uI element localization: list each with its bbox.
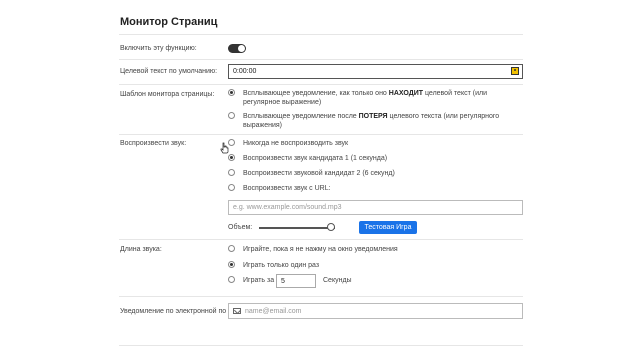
toggle-knob (238, 45, 245, 52)
sound-option-never[interactable]: Никогда не воспроизводить звук (228, 139, 348, 148)
email-input[interactable]: name@email.com (228, 303, 523, 319)
divider (119, 84, 523, 85)
radio-button[interactable] (228, 154, 235, 161)
volume-slider-thumb[interactable] (327, 223, 336, 231)
length-option-once[interactable]: Играть только один раз (228, 261, 319, 270)
page-title: Монитор Страниц (120, 16, 218, 28)
divider (119, 345, 523, 346)
radio-button[interactable] (228, 112, 235, 119)
test-play-button[interactable]: Тестовая Игра (359, 221, 417, 234)
email-label: Уведомление по электронной по (120, 308, 227, 315)
divider (119, 239, 523, 240)
enable-toggle[interactable] (228, 44, 246, 53)
enable-label: Включить эту функцию: (120, 45, 197, 52)
seconds-value: 5 (281, 278, 285, 285)
text-part: Всплывающее уведомление после (243, 113, 359, 120)
target-text-input[interactable]: 0:00:00 (228, 64, 523, 79)
radio-button[interactable] (228, 169, 235, 176)
length-label: Длина звука: (120, 246, 162, 253)
email-placeholder: name@email.com (245, 308, 302, 315)
template-option-lost[interactable]: Всплывающее уведомление после ПОТЕРЯ цел… (228, 112, 499, 130)
volume-label: Объем: (228, 224, 253, 231)
sound-option-candidate1[interactable]: Воспроизвести звук кандидата 1 (1 секунд… (228, 154, 387, 163)
text-part: регулярное выражение) (243, 99, 322, 106)
template-option-found[interactable]: Всплывающее уведомление, как только оно … (228, 89, 487, 107)
length-option-label: Играть только один раз (243, 262, 320, 269)
radio-button[interactable] (228, 245, 235, 252)
sound-url-placeholder: e.g. www.example.com/sound.mp3 (233, 204, 342, 211)
divider (119, 34, 523, 35)
sound-option-label: Никогда не воспроизводить звук (243, 140, 349, 147)
divider (119, 134, 523, 135)
sound-label: Воспроизвести звук: (120, 140, 187, 147)
sound-option-url[interactable]: Воспроизвести звук с URL: (228, 184, 331, 193)
radio-button[interactable] (228, 89, 235, 96)
sound-option-label: Воспроизвести звук кандидата 1 (1 секунд… (243, 155, 388, 162)
template-label: Шаблон монитора страницы: (120, 91, 215, 98)
seconds-input[interactable]: 5 (276, 274, 316, 288)
length-option-prefix: Играть за (243, 277, 275, 284)
seconds-unit: Секунды (323, 277, 352, 284)
radio-button[interactable] (228, 184, 235, 191)
divider (119, 296, 523, 297)
target-text-label: Целевой текст по умолчанию: (120, 68, 218, 75)
text-part: целевого текста (или регулярного (387, 113, 500, 120)
volume-slider-track[interactable] (259, 227, 335, 229)
length-option-label: Играйте, пока я не нажму на окно уведомл… (243, 246, 398, 253)
sound-option-label: Воспроизвести звук с URL: (243, 185, 331, 192)
radio-button[interactable] (228, 139, 235, 146)
length-option-seconds[interactable]: Играть за (228, 276, 274, 285)
sound-option-candidate2[interactable]: Воспроизвести звуковой кандидат 2 (6 сек… (228, 169, 395, 178)
mail-icon (233, 308, 241, 314)
target-text-value: 0:00:00 (233, 68, 257, 75)
sound-url-input[interactable]: e.g. www.example.com/sound.mp3 (228, 200, 523, 215)
length-option-until-click[interactable]: Играйте, пока я не нажму на окно уведомл… (228, 245, 398, 254)
text-part: выражения) (243, 122, 283, 129)
template-option-found-text: Всплывающее уведомление, как только оно … (243, 89, 487, 107)
radio-button[interactable] (228, 261, 235, 268)
text-part: Всплывающее уведомление, как только оно (243, 90, 389, 97)
template-option-lost-text: Всплывающее уведомление после ПОТЕРЯ цел… (243, 112, 499, 130)
person-badge-icon[interactable] (511, 67, 519, 75)
text-bold: ПОТЕРЯ (358, 113, 388, 120)
text-part: целевой текст (или (423, 90, 487, 97)
text-bold: НАХОДИТ (388, 90, 424, 97)
sound-option-label: Воспроизвести звуковой кандидат 2 (6 сек… (243, 170, 395, 177)
divider (119, 59, 523, 60)
radio-button[interactable] (228, 276, 235, 283)
